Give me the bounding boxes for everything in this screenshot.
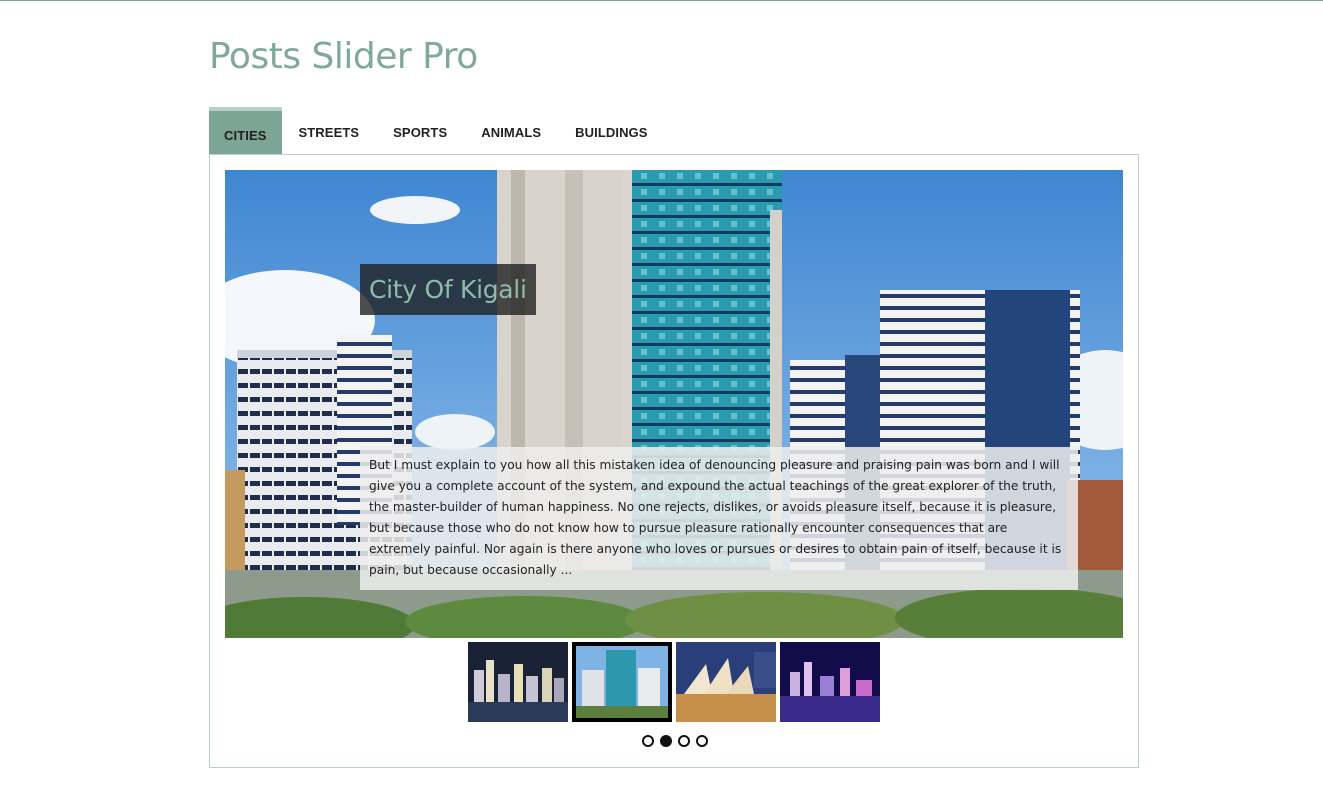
thumbnail-sydney-opera-house[interactable] [676,642,776,722]
tab-cities[interactable]: CITIES [209,107,282,155]
thumbnail-strip [468,642,880,722]
tab-animals[interactable]: ANIMALS [464,111,558,155]
thumbnail-kigali-tower[interactable] [572,642,672,722]
page-title: Posts Slider Pro [209,36,478,77]
tab-buildings[interactable]: BUILDINGS [558,111,664,155]
top-rule [0,0,1323,1]
slide-excerpt: But I must explain to you how all this m… [360,447,1078,590]
thumbnail-night-city-skyline[interactable] [468,642,568,722]
slide-title[interactable]: City Of Kigali [360,264,536,315]
pagination-dot-2[interactable] [660,735,672,747]
slide-image[interactable]: City Of Kigali But I must explain to you… [225,170,1123,638]
slider-container: City Of Kigali But I must explain to you… [209,154,1139,768]
tab-sports[interactable]: SPORTS [376,111,464,155]
thumbnail-marina-bay-night[interactable] [780,642,880,722]
category-tabs: CITIES STREETS SPORTS ANIMALS BUILDINGS [209,107,665,155]
tab-streets[interactable]: STREETS [282,111,377,155]
pagination-dot-1[interactable] [642,735,654,747]
pagination-dot-4[interactable] [696,735,708,747]
pagination-dots [642,735,708,747]
pagination-dot-3[interactable] [678,735,690,747]
